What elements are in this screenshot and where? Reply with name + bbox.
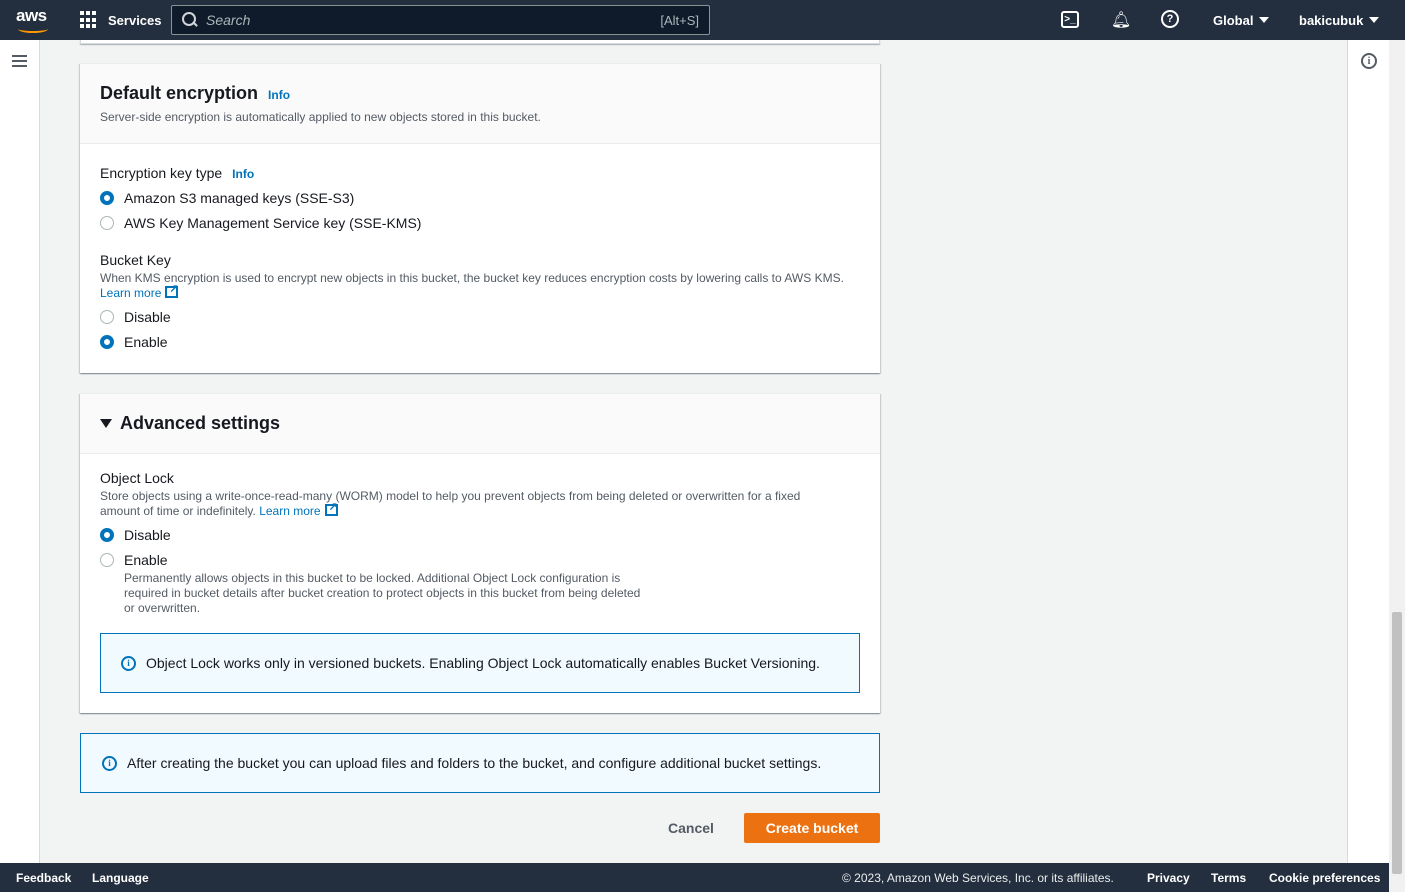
radio-object-lock-disable[interactable]: Disable [100, 522, 860, 547]
alert-text: Object Lock works only in versioned buck… [146, 655, 820, 671]
bucket-key-radio-group: Disable Enable [100, 304, 860, 354]
external-link-icon [165, 282, 179, 298]
aws-smile-icon [18, 25, 48, 33]
radio-selected-icon [100, 334, 114, 349]
field-label-text: Bucket Key [100, 252, 171, 268]
region-selector[interactable]: Global [1213, 0, 1270, 40]
description-text: Store objects using a write-once-read-ma… [100, 489, 801, 518]
radio-unselected-icon [100, 309, 114, 324]
menu-icon[interactable] [12, 55, 27, 67]
field-label-text: Object Lock [100, 470, 174, 486]
left-sidebar [0, 40, 40, 863]
radio-bucket-key-disable[interactable]: Disable [100, 304, 860, 329]
object-lock-radio-group: Disable Enable Permanently allows object… [100, 522, 860, 616]
description-text: When KMS encryption is used to encrypt n… [100, 271, 844, 285]
footer: Feedback Language © 2023, Amazon Web Ser… [0, 863, 1389, 892]
description-line: Permanently allows objects in this bucke… [124, 571, 621, 585]
account-menu[interactable]: bakicubuk [1299, 0, 1380, 40]
search-bar[interactable]: [Alt+S] [171, 5, 710, 35]
object-lock-info-alert: i Object Lock works only in versioned bu… [100, 633, 860, 693]
info-link[interactable]: Info [268, 88, 290, 102]
radio-object-lock-enable[interactable]: Enable [100, 547, 860, 572]
radio-sse-kms[interactable]: AWS Key Management Service key (SSE-KMS) [100, 210, 860, 235]
upload-info-alert: i After creating the bucket you can uplo… [80, 733, 880, 793]
radio-label: AWS Key Management Service key (SSE-KMS) [124, 214, 422, 231]
default-encryption-body: Encryption key type Info Amazon S3 manag… [80, 144, 880, 354]
info-icon: i [102, 755, 117, 771]
cookie-preferences-link[interactable]: Cookie preferences [1269, 871, 1380, 885]
alert-text: After creating the bucket you can upload… [127, 755, 822, 771]
radio-label: Amazon S3 managed keys (SSE-S3) [124, 189, 355, 206]
section-description: Server-side encryption is automatically … [100, 110, 541, 124]
description-line: or overwritten. [124, 601, 201, 615]
bucket-key-label: Bucket Key [100, 252, 860, 268]
radio-label: Enable [124, 333, 168, 350]
privacy-link[interactable]: Privacy [1147, 871, 1190, 885]
search-icon [182, 12, 198, 28]
region-label: Global [1213, 12, 1254, 28]
bell-icon[interactable]: 🔔︎ [1111, 10, 1131, 30]
object-lock-label: Object Lock [100, 470, 860, 486]
scrollbar-thumb[interactable] [1392, 612, 1402, 874]
services-menu-button[interactable]: Services [80, 0, 162, 40]
object-lock-enable-description: Permanently allows objects in this bucke… [124, 571, 860, 616]
cancel-button[interactable]: Cancel [652, 813, 730, 843]
info-icon: i [121, 655, 136, 671]
field-label-text: Encryption key type [100, 165, 223, 181]
info-link[interactable]: Info [232, 167, 254, 181]
section-title: Advanced settings [120, 413, 281, 433]
services-label: Services [108, 12, 162, 28]
radio-unselected-icon [100, 552, 114, 567]
right-tools-panel: i [1347, 40, 1389, 863]
encryption-key-radio-group: Amazon S3 managed keys (SSE-S3) AWS Key … [100, 185, 860, 235]
caret-down-icon [100, 419, 112, 428]
help-icon[interactable]: ? [1161, 10, 1179, 28]
advanced-settings-title-row[interactable]: Advanced settings [100, 413, 860, 434]
external-link-icon [324, 500, 338, 516]
language-link[interactable]: Language [92, 871, 149, 885]
advanced-settings-header[interactable]: Advanced settings [80, 394, 880, 454]
encryption-key-type-label: Encryption key type Info [100, 165, 860, 181]
learn-more-link[interactable]: Learn more [100, 286, 161, 300]
radio-selected-icon [100, 527, 114, 542]
section-title: Default encryption [100, 83, 259, 103]
aws-logo[interactable]: aws [16, 6, 52, 34]
default-encryption-panel: Default encryption Info Server-side encr… [80, 63, 880, 373]
copyright-text: © 2023, Amazon Web Services, Inc. or its… [842, 871, 1114, 885]
radio-label: Disable [124, 308, 171, 325]
radio-label: Disable [124, 526, 171, 543]
default-encryption-title-row: Default encryption Info [100, 83, 860, 104]
advanced-settings-panel: Advanced settings Object Lock Store obje… [80, 393, 880, 713]
learn-more-link[interactable]: Learn more [259, 504, 320, 518]
object-lock-description: Store objects using a write-once-read-ma… [100, 489, 840, 519]
radio-unselected-icon [100, 215, 114, 230]
radio-bucket-key-enable[interactable]: Enable [100, 329, 860, 354]
create-bucket-button[interactable]: Create bucket [744, 813, 880, 843]
search-shortcut-hint: [Alt+S] [660, 12, 699, 28]
username-label: bakicubuk [1299, 12, 1364, 28]
cloudshell-icon[interactable]: >_ [1061, 11, 1079, 28]
top-navigation: aws Services [Alt+S] >_ 🔔︎ ? Global baki… [0, 0, 1405, 40]
chevron-down-icon [1369, 17, 1380, 23]
advanced-settings-body: Object Lock Store objects using a write-… [80, 454, 880, 616]
grid-icon [80, 11, 98, 29]
aws-logo-text: aws [16, 6, 47, 25]
info-icon[interactable]: i [1361, 53, 1377, 69]
previous-panel-edge [80, 40, 880, 44]
chevron-down-icon [1259, 17, 1270, 23]
radio-selected-icon [100, 190, 114, 205]
page-scrollbar[interactable] [1389, 40, 1405, 892]
default-encryption-header: Default encryption Info Server-side encr… [80, 64, 880, 144]
terms-link[interactable]: Terms [1211, 871, 1246, 885]
feedback-link[interactable]: Feedback [16, 871, 71, 885]
search-input[interactable] [206, 12, 661, 28]
radio-label: Enable [124, 551, 168, 568]
description-line: required in bucket details after bucket … [124, 586, 641, 600]
bucket-key-description: When KMS encryption is used to encrypt n… [100, 271, 860, 301]
radio-sse-s3[interactable]: Amazon S3 managed keys (SSE-S3) [100, 185, 860, 210]
